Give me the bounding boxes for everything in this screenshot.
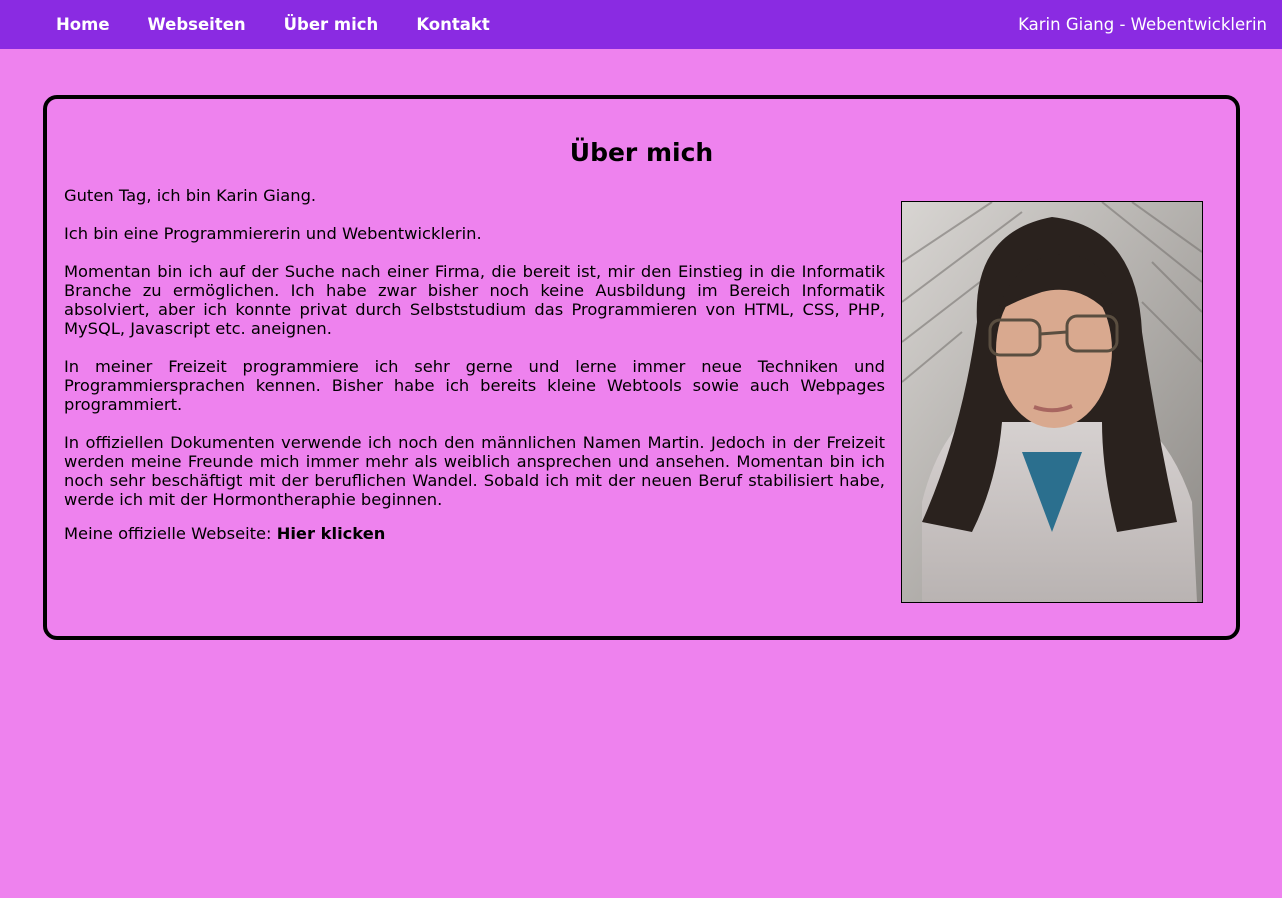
- nav-kontakt-link[interactable]: Kontakt: [397, 15, 508, 34]
- profile-photo-image: [902, 202, 1202, 602]
- profession-paragraph: Ich bin eine Programmiererin und Webentw…: [64, 224, 482, 243]
- nav-ueber-mich-link[interactable]: Über mich: [265, 15, 398, 34]
- hobby-paragraph: In meiner Freizeit programmiere ich sehr…: [64, 357, 885, 414]
- about-card: Über mich Guten Tag, ich bin Karin Giang…: [43, 95, 1240, 640]
- website-label: Meine offizielle Webseite:: [64, 524, 277, 543]
- about-text: Guten Tag, ich bin Karin Giang. Ich bin …: [64, 186, 885, 543]
- job-search-paragraph: Momentan bin ich auf der Suche nach eine…: [64, 262, 885, 338]
- intro-paragraph: Guten Tag, ich bin Karin Giang.: [64, 186, 317, 205]
- nav-home-link[interactable]: Home: [37, 15, 129, 34]
- website-link[interactable]: Hier klicken: [277, 524, 386, 543]
- nav-webseiten-link[interactable]: Webseiten: [129, 15, 265, 34]
- site-brand: Karin Giang - Webentwicklerin: [1018, 15, 1267, 34]
- profile-photo: [901, 201, 1203, 603]
- nav-links: Home Webseiten Über mich Kontakt: [37, 0, 509, 49]
- personal-paragraph: In offiziellen Dokumenten verwende ich n…: [64, 433, 885, 509]
- top-navbar: Home Webseiten Über mich Kontakt Karin G…: [0, 0, 1282, 49]
- website-line: Meine offizielle Webseite: Hier klicken: [64, 524, 885, 543]
- page-title: Über mich: [569, 138, 714, 167]
